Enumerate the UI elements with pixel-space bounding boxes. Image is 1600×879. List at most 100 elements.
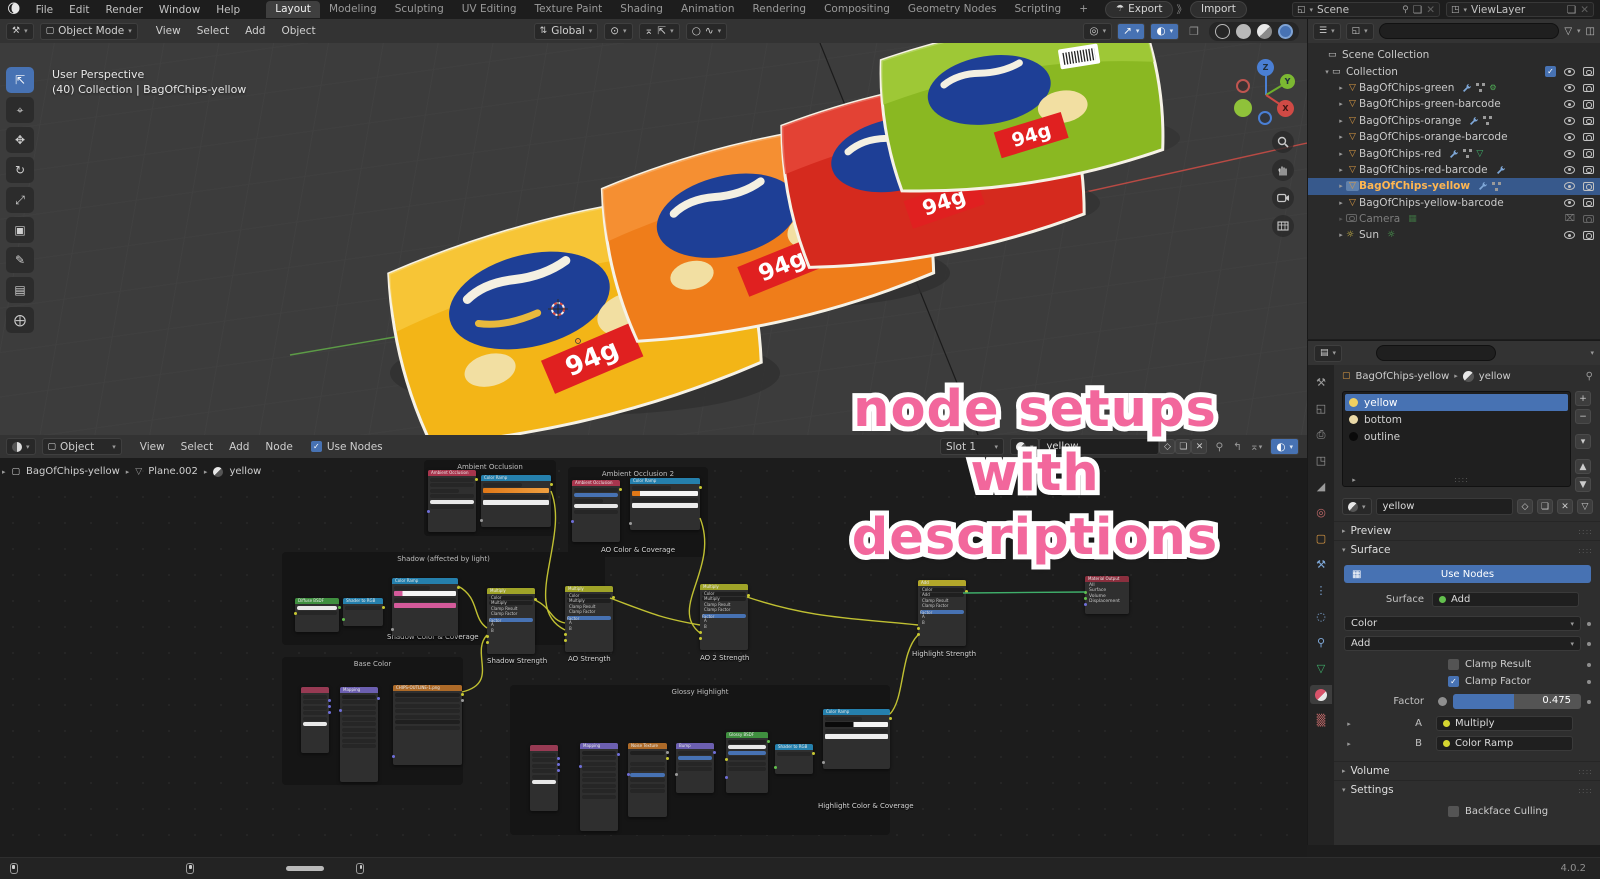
tool-annotate[interactable]: ✎ bbox=[6, 247, 34, 273]
overlays-toggle[interactable]: ◐ ▾ bbox=[1150, 22, 1180, 40]
sh-menu-node[interactable]: Node bbox=[257, 441, 300, 453]
use-nodes-checkbox[interactable]: ✓ bbox=[310, 441, 322, 452]
shading-wireframe-icon[interactable] bbox=[1215, 23, 1230, 39]
settings-panel-header[interactable]: ▾ Settings:::: bbox=[1334, 780, 1600, 799]
tab-constraints-icon[interactable]: ⚲ bbox=[1310, 633, 1332, 652]
outliner-row-bag-red[interactable]: ▸ ▽ BagOfChips-red ▽ bbox=[1308, 145, 1600, 161]
viewport-3d[interactable]: 94g 94g 94g 94g ⚒ ▾ ▢ Object Mode ▾ View… bbox=[0, 19, 1307, 435]
camera-visibility-icon[interactable] bbox=[1583, 198, 1594, 207]
blender-logo-icon[interactable]: 🌘 bbox=[0, 2, 28, 17]
tool-cursor[interactable]: ⌖ bbox=[6, 97, 34, 123]
eye-icon[interactable] bbox=[1564, 182, 1575, 191]
tool-transform[interactable]: ▣ bbox=[6, 217, 34, 243]
node-add-highlight-strength[interactable]: Add Color Add Clamp Result Clamp Factor … bbox=[916, 580, 968, 646]
clamp-result-checkbox[interactable] bbox=[1448, 659, 1459, 670]
node-color-ramp-2[interactable]: Color Ramp bbox=[628, 478, 702, 530]
camera-visibility-icon[interactable] bbox=[1583, 165, 1594, 175]
new-viewlayer-icon[interactable]: ❏ bbox=[1567, 4, 1576, 16]
slot-bottom[interactable]: bottom bbox=[1345, 411, 1568, 428]
tab-particles-icon[interactable]: ⋮ bbox=[1310, 581, 1332, 600]
move-slot-up-button[interactable]: ▲ bbox=[1575, 459, 1591, 474]
tab-data-icon[interactable]: ▽ bbox=[1310, 659, 1332, 678]
node-color-ramp-glossy[interactable]: Color Ramp bbox=[821, 709, 892, 769]
outliner-row-bag-yellow-barcode[interactable]: ▸ ▽ BagOfChips-yellow-barcode bbox=[1308, 195, 1600, 211]
camera-visibility-icon[interactable] bbox=[1583, 83, 1594, 93]
tab-tool-icon[interactable]: ⚒ bbox=[1310, 373, 1332, 392]
node-texture-coordinate-1[interactable] bbox=[301, 687, 331, 753]
tab-object-icon[interactable]: ▢ bbox=[1310, 529, 1332, 548]
outliner-row-bag-green[interactable]: ▸ ▽ BagOfChips-green ⚙ bbox=[1308, 80, 1600, 96]
animate-dot[interactable] bbox=[1587, 699, 1591, 704]
breadcrumb-object[interactable]: BagOfChips-yellow bbox=[26, 466, 120, 477]
editor-type-properties[interactable]: ▤ ▾ bbox=[1314, 344, 1343, 362]
eye-icon[interactable] bbox=[1564, 133, 1575, 142]
data-type-dropdown[interactable]: Color ▾ bbox=[1344, 616, 1581, 631]
sh-menu-add[interactable]: Add bbox=[221, 441, 257, 453]
eye-icon[interactable] bbox=[1564, 165, 1575, 174]
tab-geometry-nodes[interactable]: Geometry Nodes bbox=[899, 1, 1006, 18]
outliner-row-bag-orange[interactable]: ▸ ▽ BagOfChips-orange bbox=[1308, 113, 1600, 129]
editor-type-outliner[interactable]: ☰ ▾ bbox=[1313, 22, 1341, 40]
tab-viewlayer-icon[interactable]: ◳ bbox=[1310, 451, 1332, 470]
tab-texture-icon[interactable]: ▒ bbox=[1310, 711, 1332, 730]
tool-select-box[interactable]: ⇱ bbox=[6, 67, 34, 93]
tool-add-cube[interactable]: ⨁ bbox=[6, 307, 34, 333]
tab-rendering[interactable]: Rendering bbox=[743, 1, 815, 18]
mode-selector[interactable]: ▢ Object Mode ▾ bbox=[39, 22, 138, 40]
pivot-point[interactable]: ⊙ ▾ bbox=[604, 22, 633, 40]
transform-orientation[interactable]: ⇅ Global ▾ bbox=[533, 22, 599, 40]
eye-icon[interactable] bbox=[1564, 149, 1575, 158]
animate-dot[interactable] bbox=[1587, 679, 1591, 684]
eye-icon[interactable] bbox=[1564, 100, 1575, 109]
vp-menu-view[interactable]: View bbox=[148, 25, 189, 37]
outliner-search-input[interactable] bbox=[1378, 23, 1560, 39]
camera-visibility-icon[interactable] bbox=[1583, 132, 1594, 142]
tab-modifiers-icon[interactable]: ⚒ bbox=[1310, 555, 1332, 574]
remove-slot-button[interactable]: − bbox=[1575, 409, 1591, 424]
add-workspace-button[interactable]: + bbox=[1070, 1, 1097, 18]
pan-hand-icon[interactable] bbox=[1272, 159, 1294, 181]
shading-material-icon[interactable] bbox=[1257, 23, 1272, 39]
node-material-output[interactable]: Material Output All Surface Volume Displ… bbox=[1083, 576, 1129, 614]
eye-icon[interactable] bbox=[1564, 67, 1575, 76]
camera-visibility-icon[interactable] bbox=[1583, 100, 1594, 109]
tool-move[interactable]: ✥ bbox=[6, 127, 34, 153]
b-expand-icon[interactable]: ▸ bbox=[1344, 740, 1354, 748]
outliner-options-icon[interactable]: ◫ bbox=[1586, 26, 1595, 37]
node-mapping-2[interactable]: Mapping bbox=[578, 743, 620, 831]
node-color-ramp-1[interactable]: Color Ramp bbox=[479, 475, 553, 527]
clamp-factor-checkbox[interactable]: ✓ bbox=[1448, 676, 1459, 687]
node-ambient-occlusion-1[interactable]: Ambient Occlusion bbox=[426, 470, 478, 532]
blend-mode-dropdown[interactable]: Add ▾ bbox=[1344, 636, 1581, 651]
tab-output-icon[interactable]: ⎙ bbox=[1310, 425, 1332, 444]
menu-window[interactable]: Window bbox=[151, 4, 208, 16]
slot-specials-menu[interactable]: ▾ bbox=[1575, 434, 1591, 449]
editor-type-viewport[interactable]: ⚒ ▾ bbox=[6, 22, 34, 40]
node-mapping-1[interactable]: Mapping bbox=[338, 687, 380, 782]
volume-panel-header[interactable]: ▸ Volume:::: bbox=[1334, 761, 1600, 780]
filter-funnel-icon[interactable]: ▽ bbox=[1564, 26, 1572, 37]
tab-sculpting[interactable]: Sculpting bbox=[386, 1, 453, 18]
tab-compositing[interactable]: Compositing bbox=[815, 1, 899, 18]
animate-dot[interactable] bbox=[1587, 662, 1591, 667]
eye-icon[interactable] bbox=[1564, 116, 1575, 125]
tab-scene-icon[interactable]: ◢ bbox=[1310, 477, 1332, 496]
shading-rendered-icon[interactable] bbox=[1278, 23, 1293, 39]
breadcrumb-material[interactable]: yellow bbox=[1479, 371, 1511, 382]
outliner-row-sun[interactable]: ▸ ☼ Sun ☼ bbox=[1308, 227, 1600, 243]
zoom-icon[interactable] bbox=[1272, 131, 1294, 153]
collection-checkbox[interactable]: ✓ bbox=[1545, 66, 1556, 78]
node-ambient-occlusion-2[interactable]: Ambient Occlusion bbox=[570, 480, 622, 542]
show-object-types[interactable]: ◎ ▾ bbox=[1083, 22, 1113, 40]
camera-visibility-icon[interactable] bbox=[1583, 231, 1594, 240]
node-shader-to-rgb-2[interactable]: Shader to RGB bbox=[773, 744, 815, 774]
outliner-row-bag-yellow[interactable]: ▸ ▽ BagOfChips-yellow bbox=[1308, 178, 1600, 195]
import-button[interactable]: Import bbox=[1189, 1, 1247, 18]
eye-closed-icon[interactable]: ⌧ bbox=[1565, 214, 1575, 224]
xray-toggle[interactable]: ❐ bbox=[1189, 25, 1199, 38]
tab-world-icon[interactable]: ◎ bbox=[1310, 503, 1332, 522]
menu-edit[interactable]: Edit bbox=[61, 4, 97, 16]
sh-menu-select[interactable]: Select bbox=[173, 441, 221, 453]
camera-view-icon[interactable] bbox=[1272, 187, 1294, 209]
node-multiply-ao2-strength[interactable]: Multiply Color Multiply Clamp Result Cla… bbox=[698, 584, 750, 650]
